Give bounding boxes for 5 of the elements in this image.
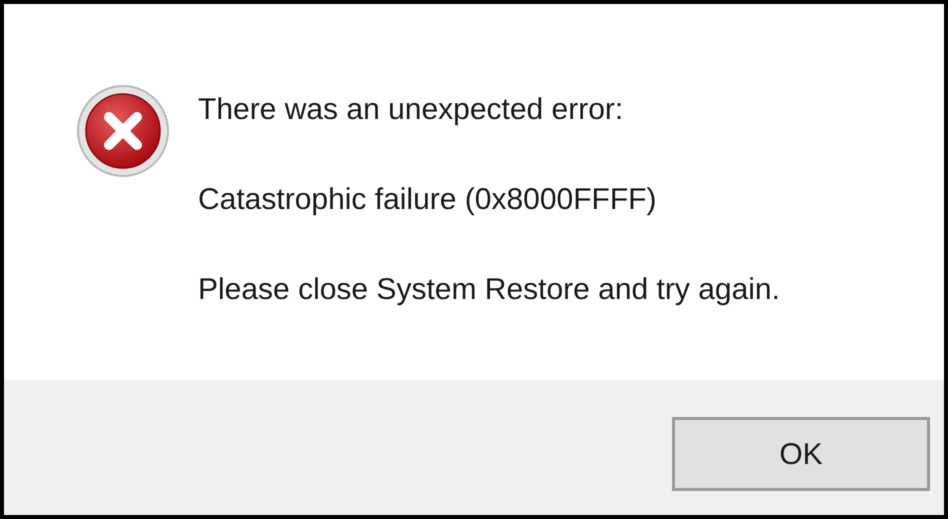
message-text: There was an unexpected error: — [198, 92, 624, 128]
ok-button[interactable]: OK — [672, 417, 930, 491]
message-text: Catastrophic failure (0x8000FFFF) — [198, 182, 658, 218]
error-icon — [76, 84, 170, 178]
message-text: Please close System Restore and try again. — [198, 272, 780, 308]
